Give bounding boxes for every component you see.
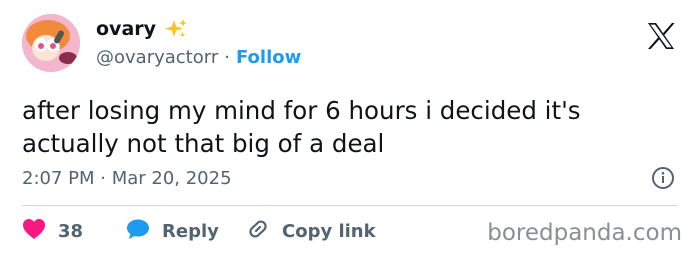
divider xyxy=(22,205,678,206)
like-button[interactable]: 38 xyxy=(22,218,126,245)
info-icon[interactable] xyxy=(651,166,675,190)
speech-bubble-icon xyxy=(126,218,150,245)
like-count: 38 xyxy=(58,221,84,242)
separator-dot: · xyxy=(224,47,230,68)
follow-button[interactable]: Follow xyxy=(236,47,301,68)
tweet-timestamp[interactable]: 2:07 PM · Mar 20, 2025 xyxy=(22,168,232,189)
tweet-text: after losing my mind for 6 hours i decid… xyxy=(22,96,581,158)
action-bar: 38 Reply Copy link xyxy=(22,217,376,246)
watermark: boredpanda.com xyxy=(487,220,682,246)
handle-row: @ovaryactorr · Follow xyxy=(96,47,301,68)
link-icon xyxy=(246,217,270,246)
display-name[interactable]: ovary xyxy=(96,18,156,40)
user-handle[interactable]: @ovaryactorr xyxy=(96,47,218,68)
copy-link-label: Copy link xyxy=(282,221,376,242)
sparkles-icon xyxy=(164,18,188,40)
avatar[interactable] xyxy=(22,14,80,72)
copy-link-button[interactable]: Copy link xyxy=(246,217,376,246)
reply-button[interactable]: Reply xyxy=(126,218,246,245)
reply-label: Reply xyxy=(162,221,219,242)
name-row: ovary xyxy=(96,18,188,40)
x-logo-icon[interactable] xyxy=(646,22,676,50)
heart-icon xyxy=(22,218,46,245)
